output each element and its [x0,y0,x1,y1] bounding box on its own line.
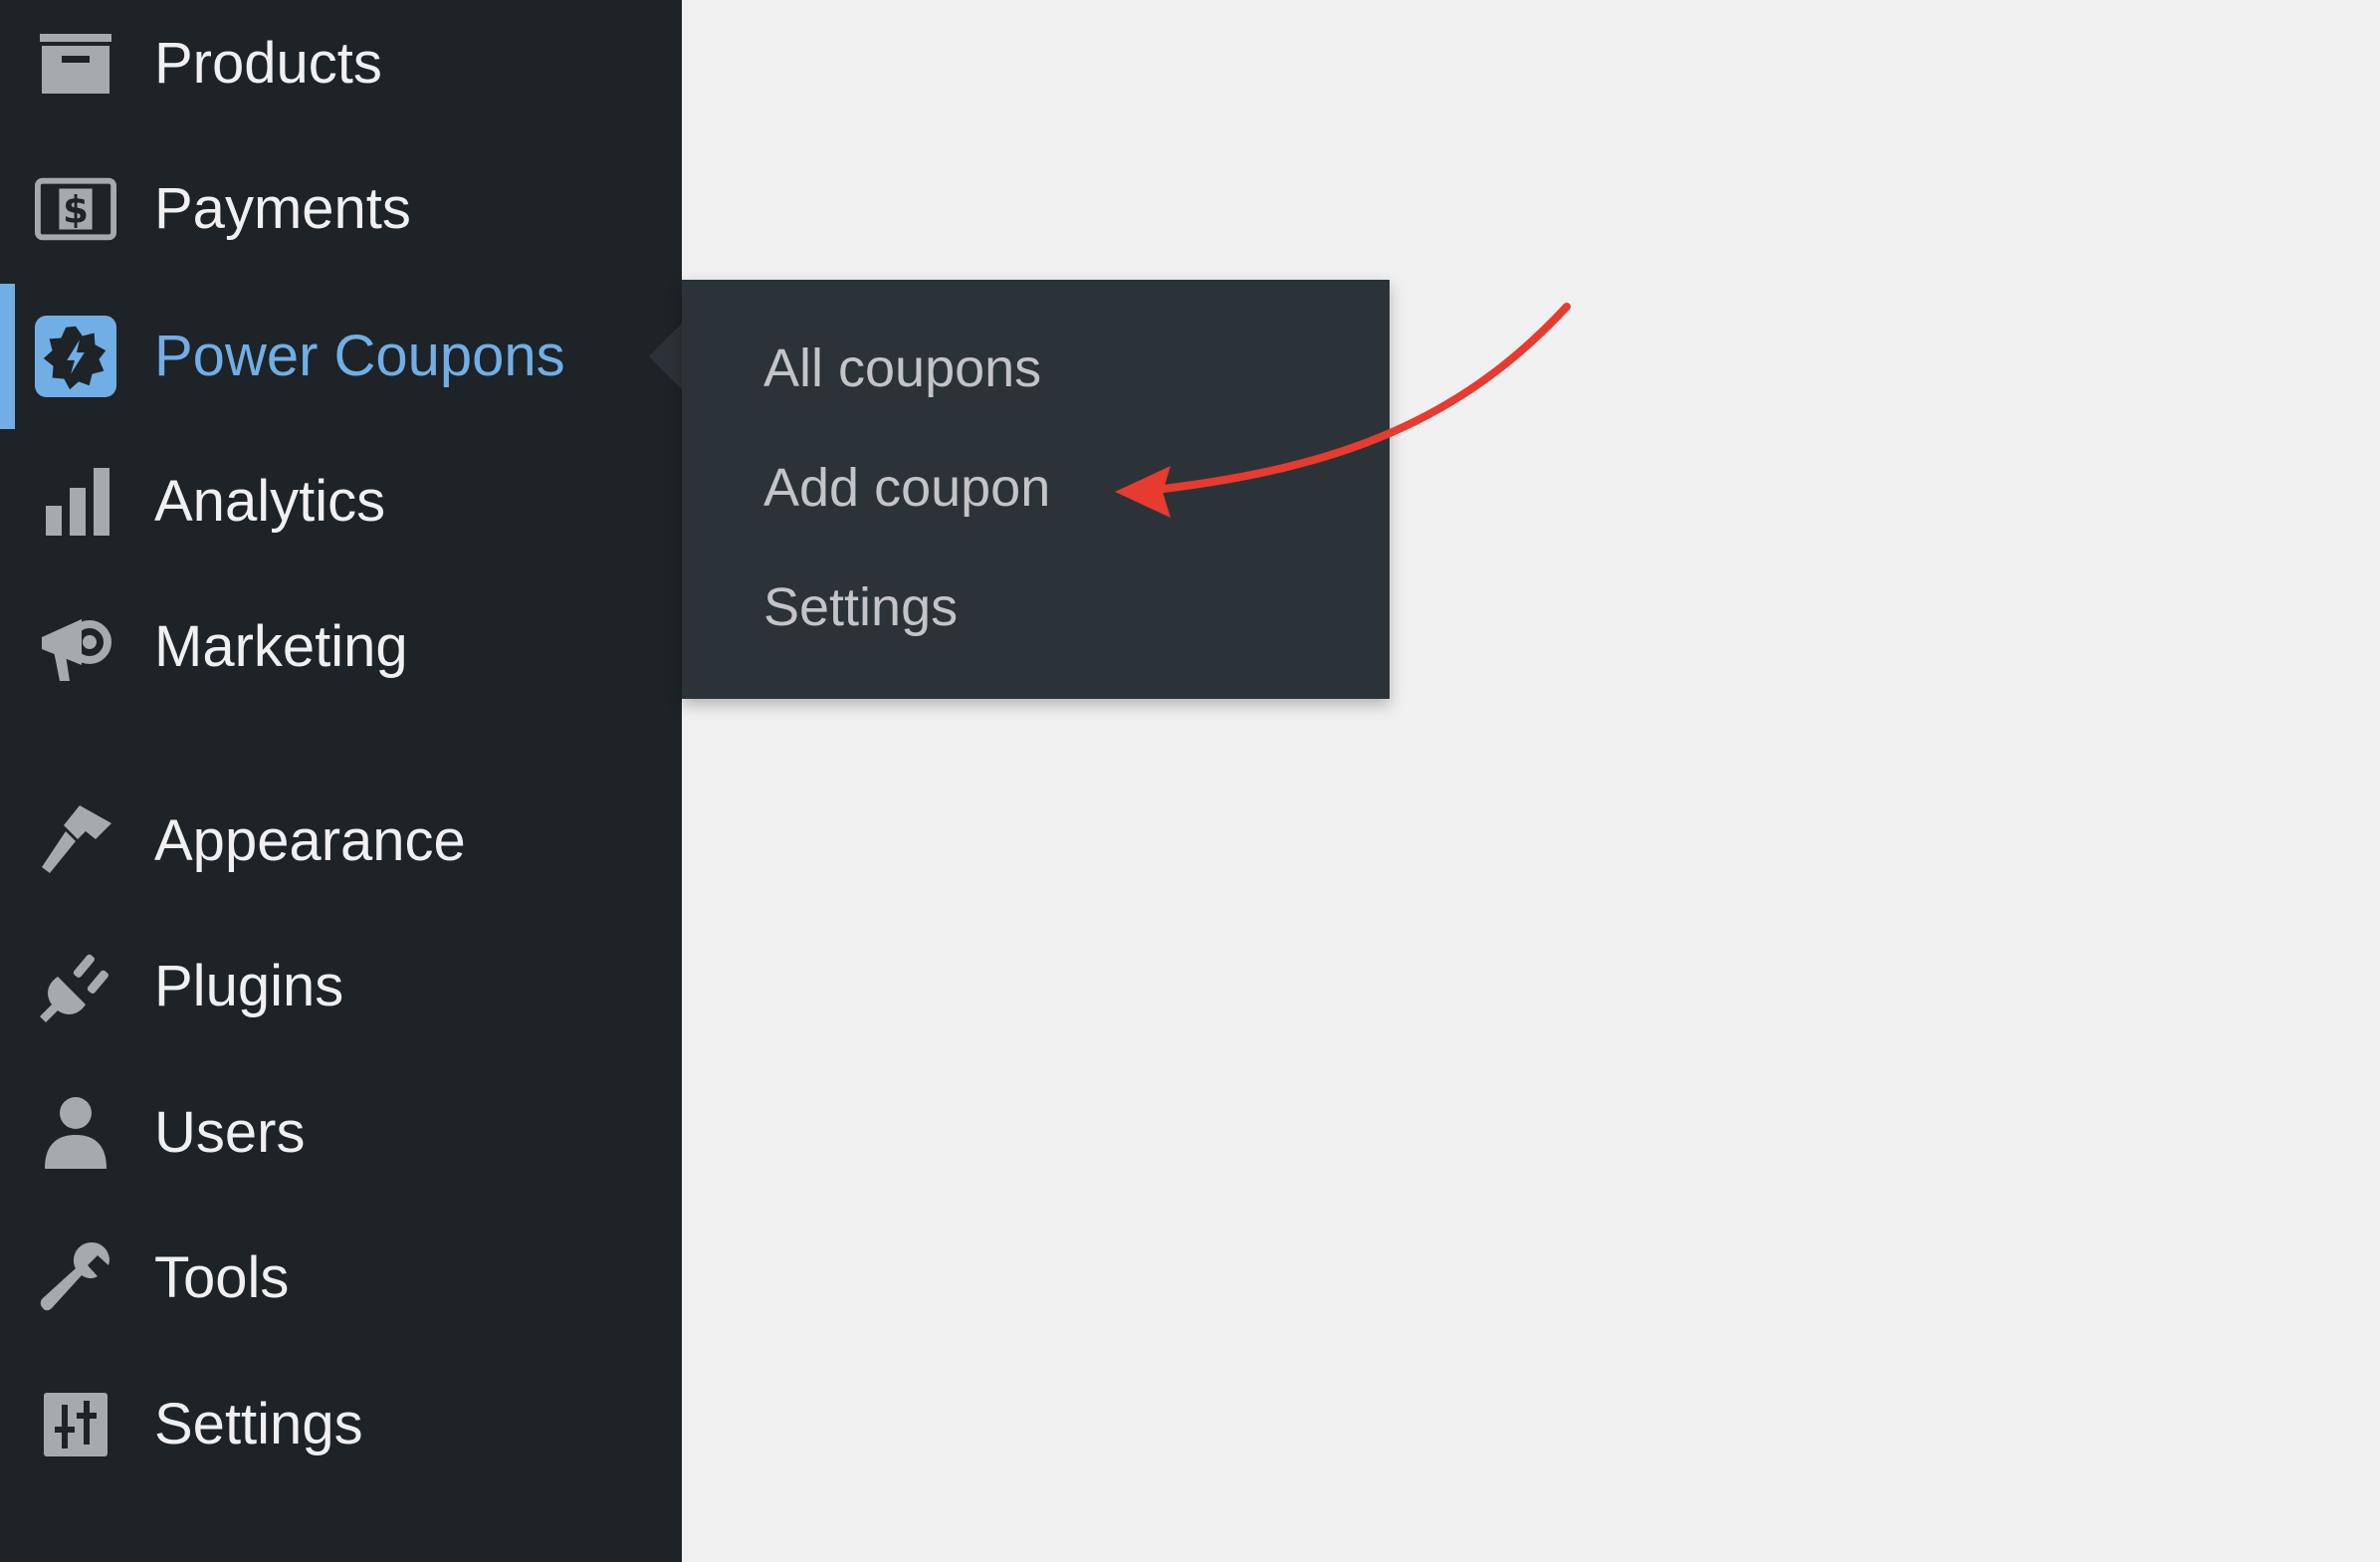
paintbrush-icon [34,799,117,883]
sidebar-item-label: Plugins [154,954,344,1018]
sidebar-item-label: Users [154,1100,306,1165]
plug-icon [34,945,117,1028]
sidebar-item-analytics[interactable]: Analytics [0,429,682,574]
sidebar-item-marketing[interactable]: Marketing [0,574,682,720]
sidebar-item-plugins[interactable]: Plugins [0,914,682,1059]
sidebar-item-label: Products [154,31,382,96]
coupon-badge-icon [34,315,117,398]
submenu-item-add-coupon[interactable]: Add coupon [763,461,1050,515]
sidebar-item-tools[interactable]: Tools [0,1206,682,1351]
bar-chart-icon [34,460,117,544]
archive-icon [34,22,117,106]
sliders-icon [34,1383,117,1466]
sidebar-item-payments[interactable]: $ Payments [0,136,682,282]
sidebar-item-label: Tools [154,1245,290,1310]
sidebar-item-label: Appearance [154,808,466,873]
active-indicator [0,284,15,429]
user-icon [34,1091,117,1175]
wrench-icon [34,1236,117,1320]
megaphone-icon [34,605,117,689]
power-coupons-submenu: All coupons Add coupon Settings [682,280,1390,699]
svg-text:$: $ [63,189,89,232]
wp-admin-viewport: Products $ Payments Power Coupons Analyt… [0,0,2380,1562]
submenu-pointer [649,323,683,390]
sidebar-item-label: Settings [154,1392,363,1456]
sidebar-item-users[interactable]: Users [0,1060,682,1206]
sidebar-item-settings[interactable]: Settings [0,1352,682,1497]
submenu-item-all-coupons[interactable]: All coupons [763,341,1041,395]
sidebar-item-label: Analytics [154,469,386,534]
submenu-item-settings[interactable]: Settings [763,580,958,634]
dollar-icon: $ [34,167,117,251]
sidebar-item-label: Payments [154,176,411,241]
sidebar-item-label: Power Coupons [154,324,565,388]
sidebar-item-label: Marketing [154,614,408,679]
sidebar-item-appearance[interactable]: Appearance [0,769,682,914]
sidebar-item-power-coupons[interactable]: Power Coupons [0,284,683,429]
sidebar-item-products[interactable]: Products [0,0,682,136]
admin-sidebar: Products $ Payments Power Coupons Analyt… [0,0,683,1562]
